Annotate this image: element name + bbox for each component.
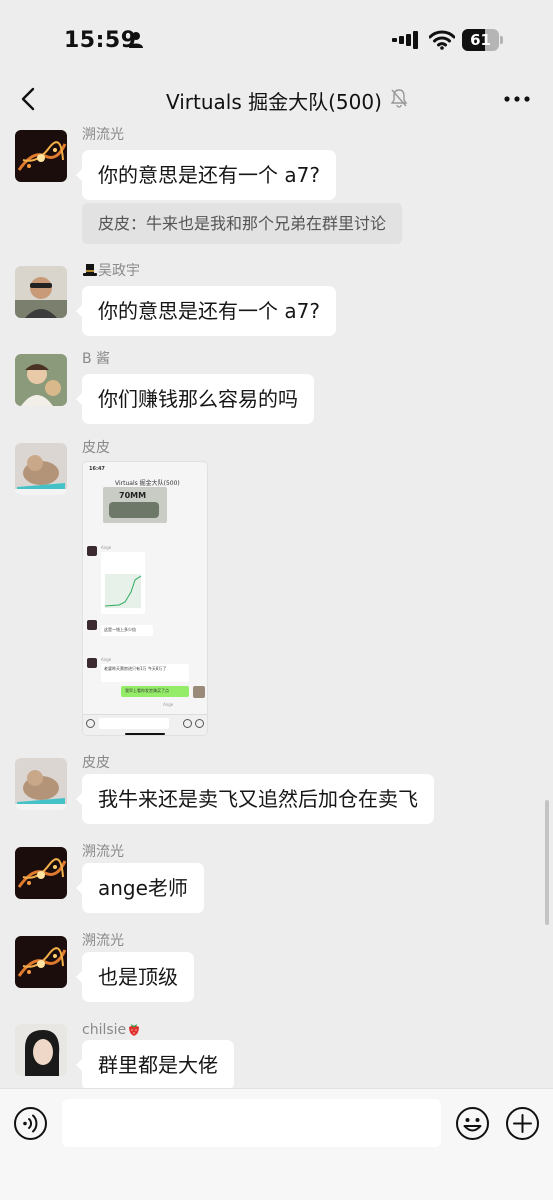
signal-icon bbox=[392, 31, 418, 49]
nav-bar: Virtuals 掘金大队(500) bbox=[0, 72, 553, 126]
message-bubble[interactable]: 也是顶级 bbox=[76, 952, 194, 1002]
plus-icon[interactable] bbox=[505, 1106, 540, 1141]
more-icon[interactable] bbox=[503, 86, 531, 112]
avatar[interactable] bbox=[15, 443, 67, 495]
battery-icon: 61 bbox=[462, 29, 504, 51]
image-chat-title: Virtuals 掘金大队(500) bbox=[115, 480, 180, 487]
input-bar bbox=[0, 1088, 553, 1200]
person-icon bbox=[129, 32, 143, 48]
image-time: 16:47 bbox=[89, 466, 105, 472]
sender-name: 溯流光 bbox=[82, 844, 124, 860]
sender-name: B 酱 bbox=[82, 351, 111, 367]
message-bubble[interactable]: 你的意思是还有一个 a7? bbox=[76, 150, 336, 200]
message-bubble[interactable]: 群里都是大佬 bbox=[76, 1040, 234, 1088]
image-message[interactable]: 16:47 Virtuals 掘金大队(500) 70MM Ange 这是一钱上… bbox=[82, 461, 208, 736]
message-bubble[interactable]: 你的意思是还有一个 a7? bbox=[76, 286, 336, 336]
message-bubble[interactable]: ange老师 bbox=[76, 863, 204, 913]
sender-name: 皮皮 bbox=[82, 440, 110, 456]
sender-name: 溯流光 bbox=[82, 933, 124, 949]
avatar[interactable] bbox=[15, 847, 67, 899]
avatar[interactable] bbox=[15, 354, 67, 406]
avatar[interactable] bbox=[15, 130, 67, 182]
scrollbar[interactable] bbox=[545, 800, 549, 925]
sender-name-text: 吴政宇 bbox=[98, 263, 140, 279]
chat-title[interactable]: Virtuals 掘金大队(500) bbox=[166, 86, 382, 115]
sender-name-text: chilsie bbox=[82, 1022, 127, 1038]
sender-name: 溯流光 bbox=[82, 127, 124, 143]
emoji-icon[interactable] bbox=[455, 1106, 490, 1141]
avatar[interactable] bbox=[15, 266, 67, 318]
quoted-message[interactable]: 皮皮：牛来也是我和那个兄弟在群里讨论 bbox=[82, 203, 403, 244]
message-bubble[interactable]: 我牛来还是卖飞又追然后加仓在卖飞 bbox=[76, 774, 434, 824]
strawberry-emoji bbox=[126, 1021, 142, 1037]
mute-bell-icon bbox=[390, 89, 408, 108]
back-icon[interactable] bbox=[18, 86, 40, 112]
sender-name: 皮皮 bbox=[82, 755, 110, 771]
status-time: 15:59 bbox=[64, 28, 137, 53]
avatar[interactable] bbox=[15, 936, 67, 988]
wifi-icon bbox=[429, 30, 455, 50]
sender-name: chilsie bbox=[82, 1018, 142, 1038]
message-input[interactable] bbox=[62, 1099, 441, 1147]
message-list[interactable]: 溯流光 你的意思是还有一个 a7? 皮皮：牛来也是我和那个兄弟在群里讨论 吴政宇… bbox=[0, 126, 553, 1088]
battery-level: 61 bbox=[470, 31, 491, 49]
image-banner-text: 70MM bbox=[119, 491, 147, 500]
voice-icon[interactable] bbox=[13, 1106, 48, 1141]
top-hat-emoji bbox=[82, 263, 98, 277]
avatar[interactable] bbox=[15, 758, 67, 810]
message-bubble[interactable]: 你们赚钱那么容易的吗 bbox=[76, 374, 314, 424]
sender-name: 吴政宇 bbox=[82, 260, 140, 280]
status-bar: 15:59 61 bbox=[0, 0, 553, 80]
avatar[interactable] bbox=[15, 1024, 67, 1076]
